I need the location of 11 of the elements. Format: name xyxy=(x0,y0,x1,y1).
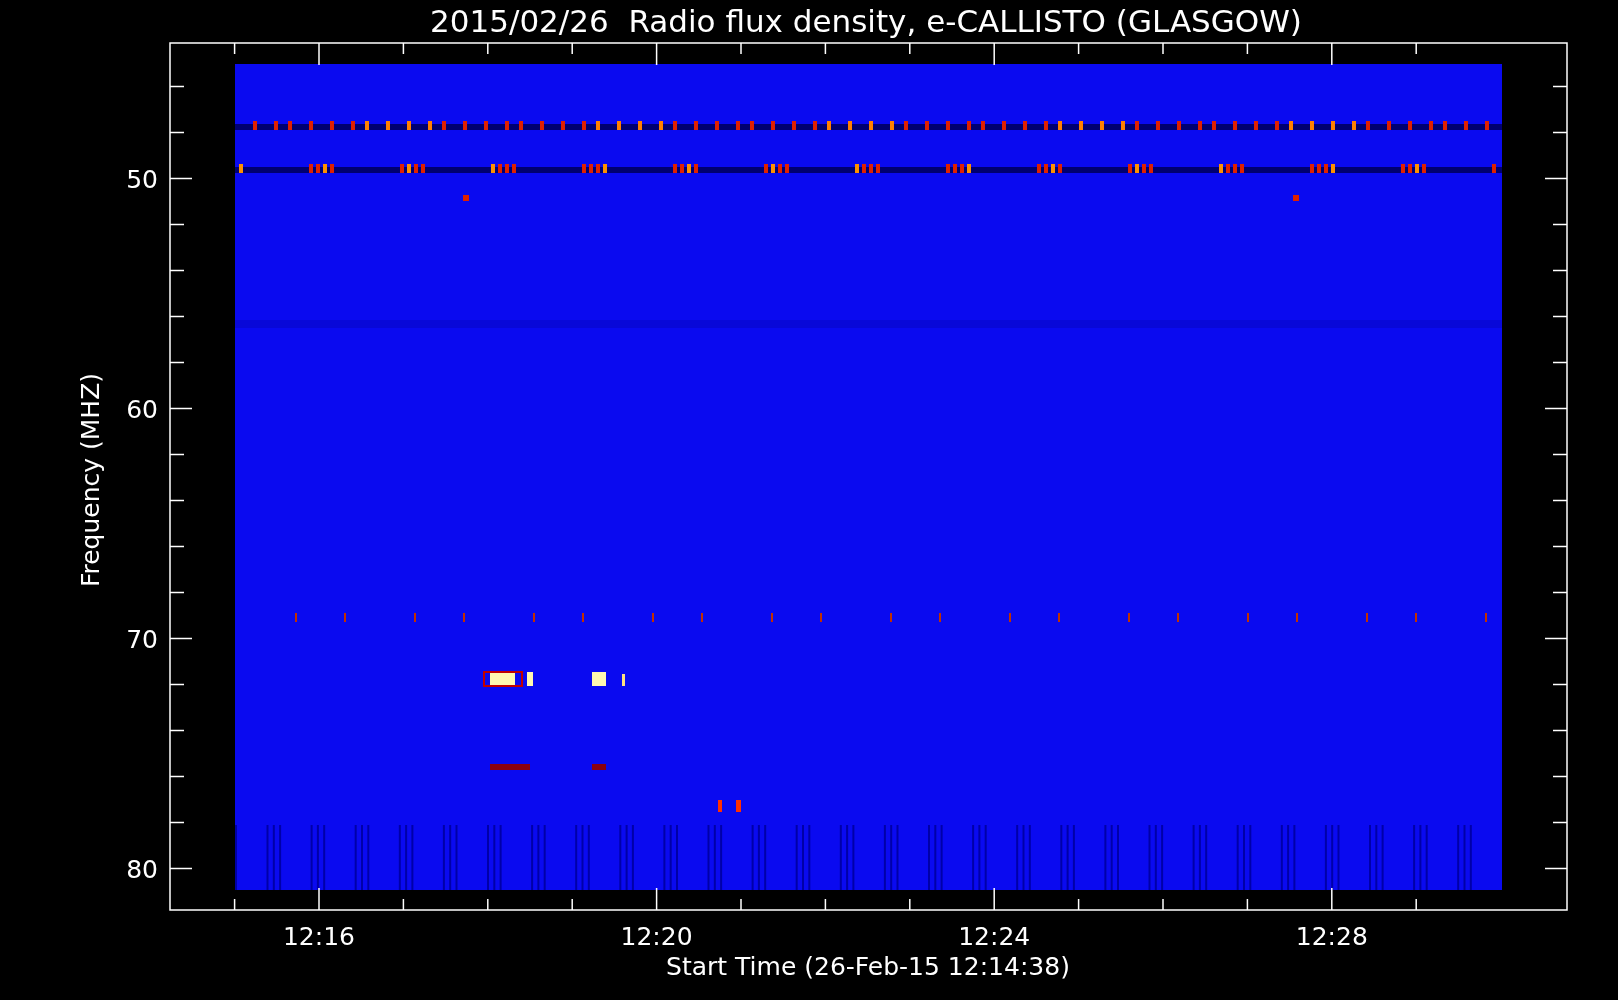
x-tick-label: 12:16 xyxy=(283,922,355,951)
y-tick-label: 60 xyxy=(126,394,158,424)
y-tick-label: 70 xyxy=(126,624,158,654)
y-tick-label: 80 xyxy=(126,854,158,884)
x-tick-label: 12:24 xyxy=(958,922,1031,951)
x-tick-label: 12:28 xyxy=(1295,922,1368,951)
y-tick-label: 50 xyxy=(126,164,158,194)
plot-title: 2015/02/26 Radio flux density, e-CALLISTO (GLASGOW) xyxy=(430,3,1302,39)
x-tick-label: 12:20 xyxy=(620,922,693,951)
x-axis-label: Start Time (26-Feb-15 12:14:38) xyxy=(666,952,1070,981)
y-axis-label: Frequency (MHZ) xyxy=(76,372,105,588)
